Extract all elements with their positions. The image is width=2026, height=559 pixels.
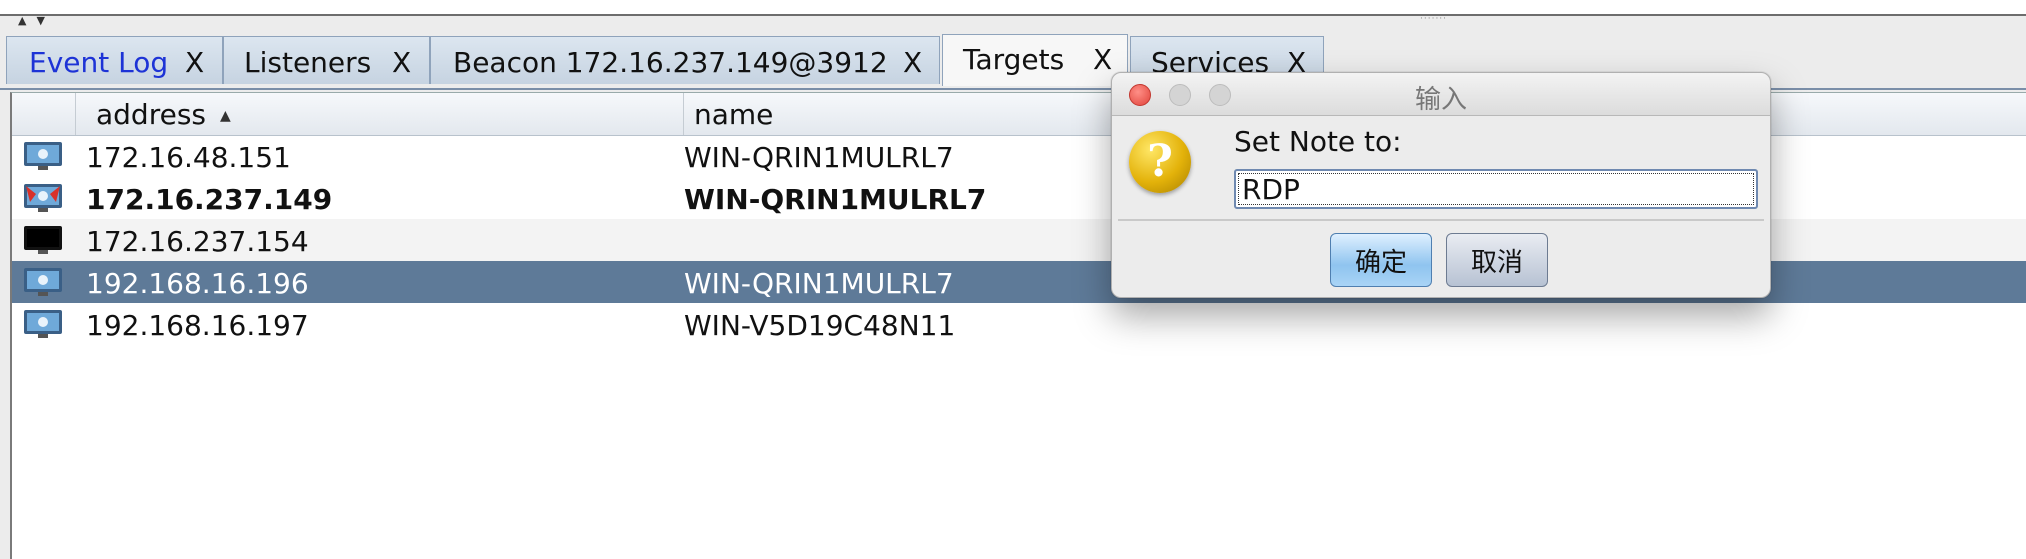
monitor-compromised-icon xyxy=(24,184,62,212)
tab-event-log[interactable]: Event Log X xyxy=(6,36,223,84)
column-header-label: name xyxy=(694,98,774,131)
tab-listeners[interactable]: Listeners X xyxy=(223,36,430,84)
monitor-windows-icon xyxy=(24,142,62,170)
name-cell: WIN-QRIN1MULRL7 xyxy=(684,141,954,174)
column-header-address[interactable]: address ▲ xyxy=(76,93,684,135)
tab-beacon[interactable]: Beacon 172.16.237.149@3912 X xyxy=(430,36,940,84)
tab-label: Beacon 172.16.237.149@3912 xyxy=(453,46,888,79)
address-cell: 192.168.16.197 xyxy=(86,309,309,342)
top-panel-edge xyxy=(0,0,2026,16)
splitter-grip-icon[interactable]: ······· xyxy=(1420,14,1447,24)
monitor-windows-icon xyxy=(24,268,62,296)
tab-close-icon[interactable]: X xyxy=(1093,43,1112,76)
tab-label: Listeners xyxy=(244,46,372,79)
split-pane-arrows[interactable]: ▲▼ xyxy=(18,14,55,27)
dialog-title: 输入 xyxy=(1414,85,1467,115)
column-header-icon[interactable] xyxy=(12,93,76,135)
tab-label: Targets xyxy=(963,43,1065,76)
address-cell: 172.16.237.149 xyxy=(86,183,333,216)
tab-close-icon[interactable]: X xyxy=(903,46,922,79)
dialog-divider xyxy=(1118,219,1764,221)
name-cell: WIN-QRIN1MULRL7 xyxy=(684,183,987,216)
name-cell: WIN-V5D19C48N11 xyxy=(684,309,956,342)
table-row[interactable]: 192.168.16.197 WIN-V5D19C48N11 xyxy=(12,303,2026,345)
tab-close-icon[interactable]: X xyxy=(392,46,411,79)
column-header-label: address xyxy=(96,98,207,131)
tab-targets[interactable]: Targets X xyxy=(942,34,1128,86)
monitor-windows-icon xyxy=(24,310,62,338)
address-cell: 172.16.48.151 xyxy=(86,141,291,174)
ok-button[interactable]: 确定 xyxy=(1330,233,1432,287)
address-cell: 172.16.237.154 xyxy=(86,225,309,258)
address-cell: 192.168.16.196 xyxy=(86,267,309,300)
dialog-titlebar[interactable]: 输入 xyxy=(1112,73,1770,116)
name-cell: WIN-QRIN1MULRL7 xyxy=(684,267,954,300)
question-icon: ? xyxy=(1129,131,1191,193)
tab-close-icon[interactable]: X xyxy=(185,46,204,79)
note-input[interactable] xyxy=(1234,169,1758,209)
tab-label: Event Log xyxy=(29,46,169,79)
monitor-blank-icon xyxy=(24,226,62,254)
note-prompt-label: Set Note to: xyxy=(1234,125,1402,158)
set-note-dialog: 输入 ? Set Note to: 确定 取消 xyxy=(1111,72,1771,298)
cancel-button[interactable]: 取消 xyxy=(1446,233,1548,287)
sort-ascending-icon: ▲ xyxy=(220,108,231,124)
